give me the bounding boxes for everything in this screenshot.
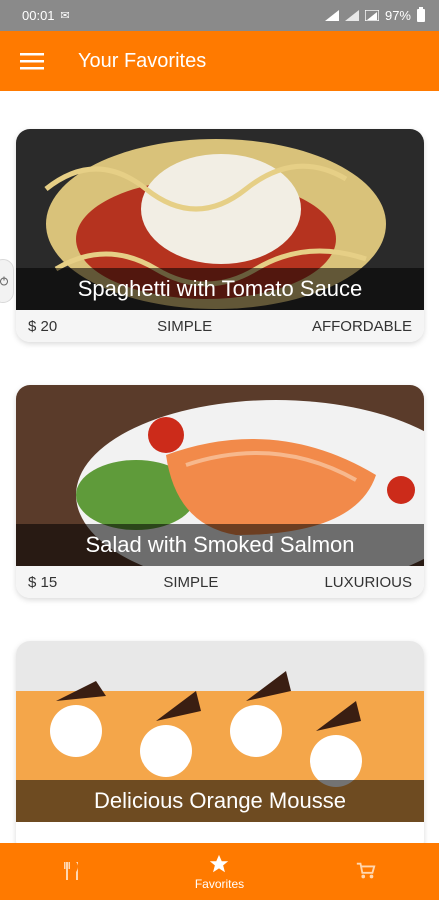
signal-icon — [344, 10, 359, 21]
meal-image: Spaghetti with Tomato Sauce — [16, 129, 424, 310]
status-time: 00:01 — [22, 8, 55, 23]
menu-button[interactable] — [0, 31, 64, 91]
bottom-navigation: Favorites — [0, 843, 439, 900]
meal-card[interactable]: Salad with Smoked Salmon $ 15 SIMPLE LUX… — [16, 385, 424, 598]
meal-price: $ 20 — [28, 317, 58, 335]
favorites-list[interactable]: Spaghetti with Tomato Sauce $ 20 SIMPLE … — [0, 91, 439, 843]
meal-title: Spaghetti with Tomato Sauce — [16, 268, 424, 310]
meal-meta: $ 20 SIMPLE AFFORDABLE — [16, 310, 424, 342]
battery-percent: 97% — [384, 8, 411, 23]
battery-icon — [417, 7, 425, 22]
meal-card[interactable]: Spaghetti with Tomato Sauce $ 20 SIMPLE … — [16, 129, 424, 342]
hamburger-icon — [20, 53, 44, 70]
meal-image: Delicious Orange Mousse — [16, 641, 424, 822]
signal-icon — [324, 10, 339, 21]
meal-card[interactable]: Delicious Orange Mousse — [16, 641, 424, 843]
meal-title: Salad with Smoked Salmon — [16, 524, 424, 566]
meal-affordability: AFFORDABLE — [311, 317, 412, 335]
cutlery-icon — [64, 861, 79, 880]
meal-complexity: SIMPLE — [157, 317, 213, 335]
nav-cart[interactable] — [293, 843, 439, 900]
star-icon — [210, 854, 229, 872]
meal-title: Delicious Orange Mousse — [16, 780, 424, 822]
status-bar: 00:01 ✉ 97% — [0, 0, 439, 31]
meal-complexity: SIMPLE — [163, 573, 219, 591]
nav-categories[interactable] — [0, 843, 146, 900]
cart-icon — [356, 862, 376, 878]
power-icon — [0, 276, 8, 286]
meal-price: $ 15 — [28, 573, 58, 591]
meal-meta: $ 15 SIMPLE LUXURIOUS — [16, 566, 424, 598]
notification-icon: ✉ — [60, 10, 70, 22]
nav-favorites[interactable]: Favorites — [146, 843, 292, 900]
nav-label: Favorites — [194, 876, 245, 891]
page-title: Your Favorites — [78, 49, 207, 72]
meal-affordability: LUXURIOUS — [324, 573, 412, 591]
wifi-icon — [364, 10, 379, 21]
floating-side-handle[interactable] — [0, 259, 14, 303]
meal-image: Salad with Smoked Salmon — [16, 385, 424, 566]
app-bar: Your Favorites — [0, 31, 439, 91]
